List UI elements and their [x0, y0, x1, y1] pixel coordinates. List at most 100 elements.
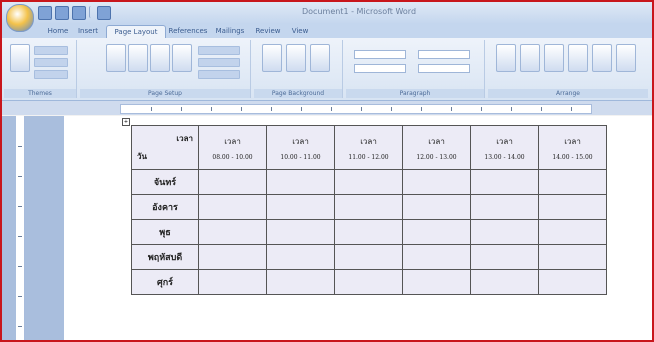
- timetable-cell[interactable]: [402, 269, 471, 295]
- group-label-page-background: Page Background: [254, 89, 342, 98]
- align-icon[interactable]: [592, 44, 612, 72]
- watermark-icon[interactable]: [262, 44, 282, 72]
- day-cell[interactable]: อังคาร: [131, 194, 199, 220]
- table-header-row: เวลา วัน เวลา 08.00 - 10.00 เวลา 10.00 -…: [131, 125, 607, 170]
- timetable-cell[interactable]: [470, 219, 539, 245]
- tab-review[interactable]: Review: [252, 25, 284, 37]
- timetable-cell[interactable]: [538, 169, 607, 195]
- hyphenation-button[interactable]: [198, 70, 240, 79]
- spacing-before-field[interactable]: [418, 50, 470, 59]
- table-column-header[interactable]: เวลา 14.00 - 15.00: [538, 125, 607, 170]
- timetable-cell[interactable]: [198, 194, 267, 220]
- table-move-handle-icon[interactable]: +: [122, 118, 130, 126]
- column-title: เวลา: [360, 136, 377, 146]
- table-column-header[interactable]: เวลา 12.00 - 13.00: [402, 125, 471, 170]
- column-title: เวลา: [564, 136, 581, 146]
- timetable-cell[interactable]: [198, 244, 267, 270]
- vertical-ruler[interactable]: [16, 116, 25, 340]
- theme-colors-button[interactable]: [34, 46, 68, 55]
- orientation-icon[interactable]: [128, 44, 148, 72]
- page-color-icon[interactable]: [286, 44, 306, 72]
- timetable-cell[interactable]: [470, 244, 539, 270]
- document-page[interactable]: + เวลา วัน เวลา 08.00 - 10.00 เวลา 10.00…: [64, 116, 652, 340]
- office-button-icon[interactable]: [6, 4, 34, 32]
- table-column-header[interactable]: เวลา 08.00 - 10.00: [198, 125, 267, 170]
- page-borders-icon[interactable]: [310, 44, 330, 72]
- horizontal-ruler[interactable]: [120, 104, 592, 114]
- theme-effects-button[interactable]: [34, 70, 68, 79]
- redo-icon[interactable]: [72, 6, 86, 20]
- tab-view[interactable]: View: [288, 25, 312, 37]
- text-wrapping-icon[interactable]: [568, 44, 588, 72]
- timetable-cell[interactable]: [334, 194, 403, 220]
- ruler-tick: [481, 107, 482, 111]
- timetable[interactable]: เวลา วัน เวลา 08.00 - 10.00 เวลา 10.00 -…: [131, 125, 607, 295]
- margins-icon[interactable]: [106, 44, 126, 72]
- day-cell[interactable]: พุธ: [131, 219, 199, 245]
- timetable-cell[interactable]: [538, 269, 607, 295]
- group-icon[interactable]: [616, 44, 636, 72]
- ruler-tick: [181, 107, 182, 111]
- column-time: 14.00 - 15.00: [552, 153, 593, 161]
- timetable-cell[interactable]: [198, 269, 267, 295]
- tab-page-layout[interactable]: Page Layout: [106, 25, 166, 38]
- tab-insert[interactable]: Insert: [74, 25, 102, 37]
- timetable-cell[interactable]: [538, 219, 607, 245]
- timetable-cell[interactable]: [266, 169, 335, 195]
- timetable-cell[interactable]: [470, 194, 539, 220]
- timetable-cell[interactable]: [334, 244, 403, 270]
- line-numbers-button[interactable]: [198, 58, 240, 67]
- undo-icon[interactable]: [55, 6, 69, 20]
- timetable-cell[interactable]: [266, 194, 335, 220]
- tab-home[interactable]: Home: [44, 25, 72, 37]
- timetable-cell[interactable]: [266, 219, 335, 245]
- tab-mailings[interactable]: Mailings: [212, 25, 248, 37]
- timetable-cell[interactable]: [334, 219, 403, 245]
- ruler-tick: [211, 107, 212, 111]
- theme-fonts-button[interactable]: [34, 58, 68, 67]
- columns-icon[interactable]: [172, 44, 192, 72]
- timetable-cell[interactable]: [470, 269, 539, 295]
- indent-right-field[interactable]: [354, 64, 406, 73]
- timetable-cell[interactable]: [198, 169, 267, 195]
- send-to-back-icon[interactable]: [544, 44, 564, 72]
- table-column-header[interactable]: เวลา 10.00 - 11.00: [266, 125, 335, 170]
- themes-icon[interactable]: [10, 44, 30, 72]
- table-column-header[interactable]: เวลา 13.00 - 14.00: [470, 125, 539, 170]
- ruler-tick: [511, 107, 512, 111]
- ribbon-group-page-setup: Page Setup: [80, 40, 251, 98]
- timetable-cell[interactable]: [402, 194, 471, 220]
- breaks-button[interactable]: [198, 46, 240, 55]
- size-icon[interactable]: [150, 44, 170, 72]
- title-bar: Document1 - Microsoft Word: [2, 2, 652, 32]
- timetable-cell[interactable]: [266, 269, 335, 295]
- timetable-cell[interactable]: [402, 244, 471, 270]
- timetable-cell[interactable]: [266, 244, 335, 270]
- window-title: Document1 - Microsoft Word: [302, 7, 417, 16]
- table-column-header[interactable]: เวลา 11.00 - 12.00: [334, 125, 403, 170]
- timetable-cell[interactable]: [334, 169, 403, 195]
- timetable-cell[interactable]: [198, 219, 267, 245]
- bring-to-front-icon[interactable]: [520, 44, 540, 72]
- timetable-cell[interactable]: [334, 269, 403, 295]
- table-corner-cell[interactable]: เวลา วัน: [131, 125, 199, 170]
- tab-references[interactable]: References: [168, 25, 208, 37]
- ribbon-group-themes: Themes: [4, 40, 77, 98]
- timetable-cell[interactable]: [538, 194, 607, 220]
- timetable-cell[interactable]: [402, 219, 471, 245]
- position-icon[interactable]: [496, 44, 516, 72]
- column-title: เวลา: [496, 136, 513, 146]
- day-cell[interactable]: จันทร์: [131, 169, 199, 195]
- day-cell[interactable]: ศุกร์: [131, 269, 199, 295]
- column-title: เวลา: [224, 136, 241, 146]
- ruler-tick: [271, 107, 272, 111]
- customize-icon[interactable]: [97, 6, 111, 20]
- timetable-cell[interactable]: [470, 169, 539, 195]
- ruler-tick: [18, 146, 22, 147]
- timetable-cell[interactable]: [538, 244, 607, 270]
- timetable-cell[interactable]: [402, 169, 471, 195]
- save-icon[interactable]: [38, 6, 52, 20]
- indent-left-field[interactable]: [354, 50, 406, 59]
- day-cell[interactable]: พฤหัสบดี: [131, 244, 199, 270]
- spacing-after-field[interactable]: [418, 64, 470, 73]
